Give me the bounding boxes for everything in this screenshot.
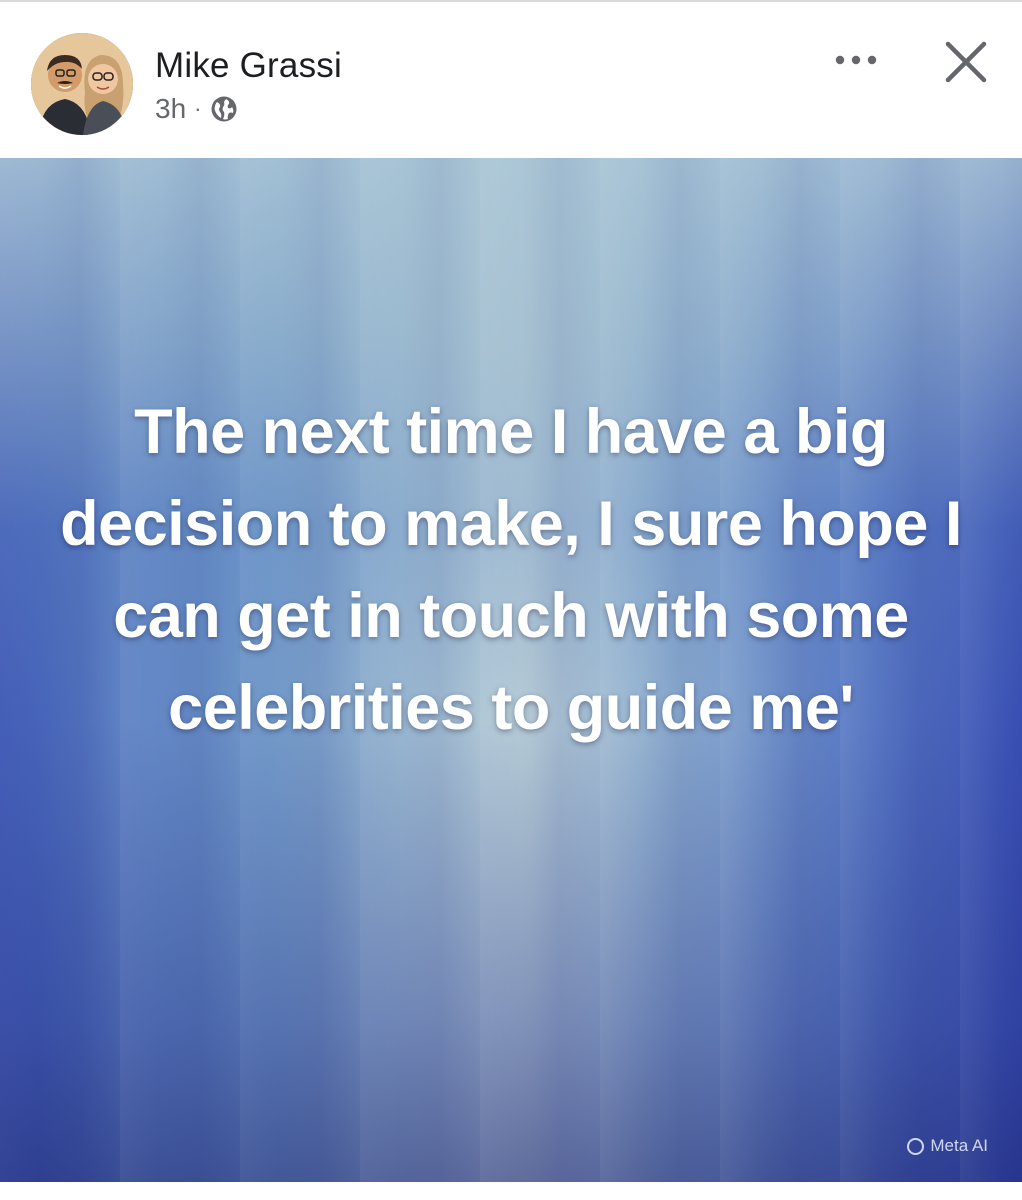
- post-card: Mike Grassi 3h · The next time I have a …: [0, 0, 1022, 1200]
- post-meta: 3h ·: [155, 92, 238, 126]
- watermark-label: Meta AI: [930, 1136, 988, 1155]
- author-name[interactable]: Mike Grassi: [155, 46, 342, 86]
- meta-ai-watermark: Meta AI: [907, 1136, 988, 1156]
- post-header: Mike Grassi 3h ·: [0, 2, 1022, 158]
- globe-icon: [210, 95, 238, 123]
- post-image[interactable]: The next time I have a big decision to m…: [0, 158, 1022, 1182]
- more-options-button[interactable]: [826, 40, 886, 80]
- author-avatar[interactable]: [31, 33, 133, 135]
- meta-separator: ·: [194, 96, 202, 121]
- post-timestamp[interactable]: 3h: [155, 93, 186, 125]
- more-options-icon: [835, 55, 877, 65]
- close-button[interactable]: [940, 36, 992, 88]
- close-icon: [945, 41, 987, 83]
- post-text: The next time I have a big decision to m…: [60, 397, 962, 743]
- meta-ai-icon: [907, 1137, 925, 1155]
